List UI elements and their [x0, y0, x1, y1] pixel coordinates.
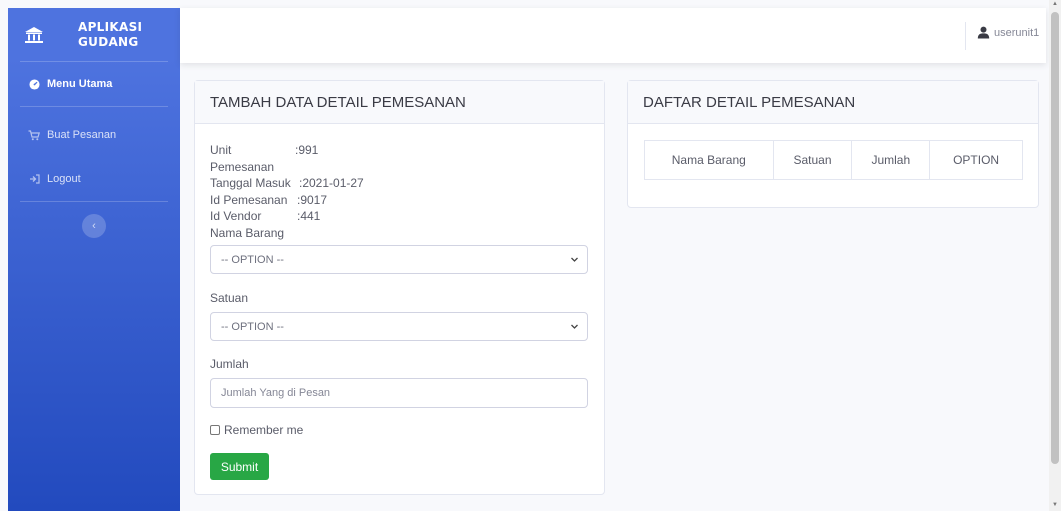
scroll-up-icon[interactable]: ▲ — [1052, 1, 1058, 7]
info-key: Unit Pemesanan — [210, 143, 275, 174]
column-header: Jumlah — [851, 140, 931, 180]
order-info: Unit Pemesanan :991 Tanggal Masuk :2021-01… — [195, 124, 604, 241]
info-id-vendor: Id Vendor :441 — [210, 208, 589, 225]
column-header: Nama Barang — [644, 140, 774, 180]
add-detail-title: TAMBAH DATA DETAIL PEMESANAN — [195, 81, 604, 124]
chevron-down-icon — [571, 324, 578, 329]
info-value: :9017 — [297, 192, 328, 207]
info-tanggal-masuk: Tanggal Masuk :2021-01-27 — [210, 175, 589, 192]
topbar: userunit1 — [180, 8, 1046, 63]
user-icon — [977, 26, 990, 39]
nama-barang-selected: -- OPTION -- — [221, 253, 284, 266]
sidebar-item-label: Logout — [47, 173, 81, 185]
nama-barang-label: Nama Barang — [210, 225, 285, 240]
topbar-divider — [965, 22, 966, 50]
remember-me-checkbox[interactable] — [210, 425, 220, 435]
submit-button[interactable]: Submit — [210, 453, 269, 480]
chevron-down-icon — [571, 257, 578, 262]
sidebar-item-label: Menu Utama — [47, 78, 113, 90]
info-value: :2021-01-27 — [299, 176, 364, 190]
info-key: Tanggal Masuk — [210, 176, 291, 190]
jumlah-label: Jumlah — [210, 357, 249, 371]
scroll-down-icon[interactable]: ▼ — [1052, 502, 1058, 508]
detail-table: Nama Barang Satuan Jumlah OPTION — [644, 140, 1023, 180]
detail-list-title: DAFTAR DETAIL PEMESANAN — [628, 81, 1038, 124]
brand-line-1: APLIKASI — [78, 19, 143, 34]
info-value: :441 — [297, 209, 321, 223]
brand-line-2: GUDANG — [78, 34, 139, 49]
add-detail-card: TAMBAH DATA DETAIL PEMESANAN Unit Pemesa… — [194, 80, 605, 495]
column-header: Satuan — [772, 140, 853, 180]
satuan-selected: -- OPTION -- — [221, 320, 284, 333]
nama-barang-select[interactable]: -- OPTION -- — [210, 245, 588, 274]
info-key: Id Pemesanan — [210, 192, 288, 207]
scrollbar-thumb[interactable] — [1051, 12, 1059, 464]
info-unit-pemesanan: Unit Pemesanan :991 — [210, 142, 589, 175]
satuan-label: Satuan — [210, 291, 249, 305]
column-header: OPTION — [929, 140, 1023, 180]
brand[interactable]: APLIKASI GUDANG — [8, 8, 180, 61]
dashboard-icon — [27, 78, 41, 90]
sidebar-item-menu-utama[interactable]: Menu Utama — [8, 62, 180, 106]
remember-me-label: Remember me — [224, 423, 304, 437]
sidebar-item-logout[interactable]: Logout — [8, 157, 180, 201]
remember-me-row[interactable]: Remember me — [210, 423, 303, 437]
sidebar-toggle-button[interactable]: ‹ — [82, 214, 106, 238]
sidebar: APLIKASI GUDANG Menu Utama Buat Pesanan … — [8, 8, 180, 511]
sidebar-divider — [20, 201, 168, 202]
user-menu[interactable]: userunit1 — [977, 26, 1039, 39]
table-header-row: Nama Barang Satuan Jumlah OPTION — [644, 140, 1023, 180]
detail-list-card: DAFTAR DETAIL PEMESANAN Nama Barang Satu… — [627, 80, 1039, 208]
page-scrollbar[interactable]: ▲ ▼ — [1049, 0, 1061, 511]
brand-title: APLIKASI GUDANG — [78, 20, 142, 50]
sidebar-divider — [20, 106, 168, 107]
info-value: :991 — [295, 143, 319, 157]
bank-icon — [22, 23, 46, 47]
sidebar-item-buat-pesanan[interactable]: Buat Pesanan — [8, 113, 180, 157]
chevron-left-icon: ‹ — [92, 220, 96, 232]
sign-out-icon — [27, 173, 41, 185]
username: userunit1 — [994, 26, 1040, 39]
info-key: Id Vendor — [210, 209, 262, 223]
sidebar-item-label: Buat Pesanan — [47, 129, 117, 141]
cart-icon — [27, 129, 41, 141]
jumlah-input[interactable] — [210, 378, 588, 408]
satuan-select[interactable]: -- OPTION -- — [210, 312, 588, 341]
info-id-pemesanan: Id Pemesanan :9017 — [210, 192, 589, 209]
